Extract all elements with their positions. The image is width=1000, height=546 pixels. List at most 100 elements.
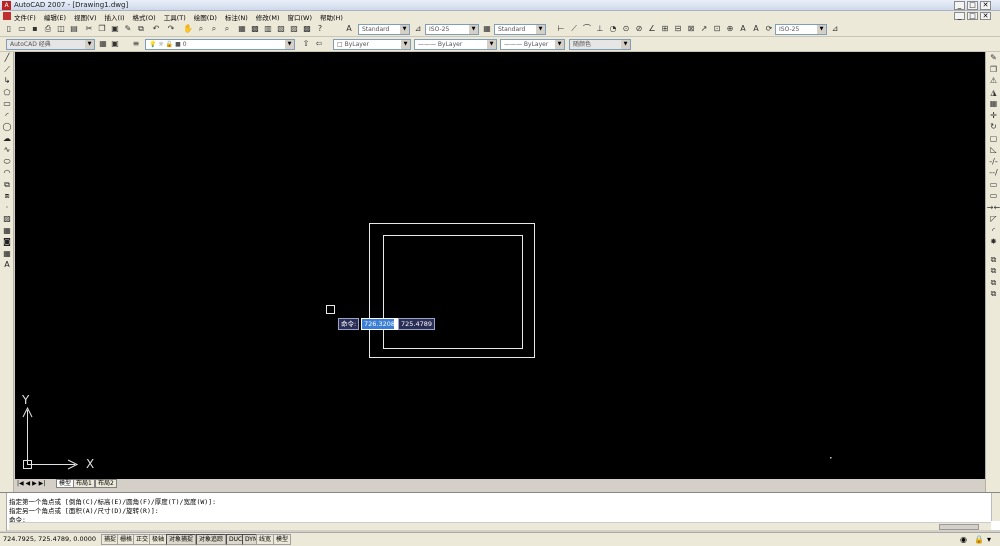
mtext-icon[interactable]: A: [0, 259, 14, 271]
tab-model[interactable]: 模型: [56, 479, 75, 488]
command-vertical-scrollbar[interactable]: [991, 493, 1000, 521]
menu-file[interactable]: 文件(F): [14, 12, 36, 22]
polyline-icon[interactable]: ↳: [0, 75, 14, 87]
autocad-app-icon[interactable]: A: [2, 1, 11, 10]
quick-dim-icon[interactable]: ⊞: [660, 24, 670, 34]
workspace-settings-icon[interactable]: ▦: [98, 39, 108, 49]
zoom-previous-icon[interactable]: ⌕: [222, 24, 232, 34]
spline-icon[interactable]: ∿: [0, 144, 14, 156]
scrollbar-thumb[interactable]: [939, 524, 979, 530]
dynamic-input-x-field[interactable]: 726.3208: [361, 318, 395, 330]
tolerance-icon[interactable]: ⊡: [712, 24, 722, 34]
lineweight-toggle[interactable]: 线宽: [256, 534, 275, 545]
table-icon[interactable]: ▦: [0, 248, 14, 260]
scale-icon[interactable]: ▢: [986, 133, 1000, 145]
construction-line-icon[interactable]: ⟋: [0, 64, 14, 76]
new-icon[interactable]: ▯: [4, 24, 14, 34]
dimtedit-icon[interactable]: A: [751, 24, 761, 34]
move-icon[interactable]: ✛: [986, 110, 1000, 122]
revision-cloud-icon[interactable]: ☁: [0, 133, 14, 145]
publish-icon[interactable]: ▤: [69, 24, 79, 34]
offset-icon[interactable]: ◮: [986, 87, 1000, 99]
status-menu-icon[interactable]: ▾: [987, 535, 991, 544]
block-editor-icon[interactable]: ⧉: [136, 24, 146, 34]
mirror-icon[interactable]: ⚠: [986, 75, 1000, 87]
array-icon[interactable]: ▦: [986, 98, 1000, 110]
model-paper-toggle[interactable]: 模型: [273, 534, 292, 545]
menu-tools[interactable]: 工具(T): [164, 12, 186, 22]
help-icon[interactable]: ?: [315, 24, 325, 34]
plot-preview-icon[interactable]: ◫: [56, 24, 66, 34]
menu-edit[interactable]: 编辑(E): [44, 12, 66, 22]
design-center-icon[interactable]: ▩: [250, 24, 260, 34]
save-icon[interactable]: ▪: [30, 24, 40, 34]
make-object-layer-current-icon[interactable]: ⇧: [301, 39, 311, 49]
join-icon[interactable]: →←: [986, 202, 1000, 214]
cursor-coordinates[interactable]: 724.7925, 725.4789, 0.0000: [3, 535, 96, 543]
dimedit-icon[interactable]: A: [738, 24, 748, 34]
plot-icon[interactable]: ⎙: [43, 24, 53, 34]
properties-icon[interactable]: ▦: [237, 24, 247, 34]
hatch-icon[interactable]: ▨: [0, 213, 14, 225]
copy-clip-icon[interactable]: ❐: [97, 24, 107, 34]
osnap-toggle[interactable]: 对象捕捉: [166, 534, 197, 545]
erase-icon[interactable]: ✎: [986, 52, 1000, 64]
aligned-dim-icon[interactable]: ⟋: [569, 24, 579, 34]
gradient-icon[interactable]: ▦: [0, 225, 14, 237]
lineweight-select[interactable]: ——— ByLayer ▼: [500, 39, 565, 50]
linear-dim-icon[interactable]: ⊢: [556, 24, 566, 34]
dim-update-icon[interactable]: ⟳: [764, 24, 774, 34]
paste-icon[interactable]: ▣: [110, 24, 120, 34]
menu-modify[interactable]: 修改(M): [256, 12, 280, 22]
text-style-select[interactable]: Standard ▼: [358, 24, 410, 35]
break-at-point-icon[interactable]: ▭: [986, 179, 1000, 191]
dynamic-input-y-field[interactable]: 725.4789: [398, 318, 435, 330]
draworder-back-icon[interactable]: ⧉: [986, 265, 1000, 277]
layer-manager-icon[interactable]: ≡: [131, 39, 141, 49]
pan-icon[interactable]: ✋: [183, 24, 193, 34]
point-icon[interactable]: ·: [0, 202, 14, 214]
diameter-dim-icon[interactable]: ⊘: [634, 24, 644, 34]
ellipse-icon[interactable]: ⬭: [0, 156, 14, 168]
layer-select[interactable]: 💡 ☼ 🔓 ■ 0 ▼: [145, 39, 295, 50]
stretch-icon[interactable]: ◺: [986, 144, 1000, 156]
dim-style-control-select[interactable]: ISO-25 ▼: [775, 24, 827, 35]
table-style-select[interactable]: Standard ▼: [494, 24, 546, 35]
polygon-icon[interactable]: ⬠: [0, 87, 14, 99]
circle-icon[interactable]: ◯: [0, 121, 14, 133]
menu-view[interactable]: 视图(V): [74, 12, 97, 22]
chamfer-icon[interactable]: ◸: [986, 213, 1000, 225]
command-horizontal-scrollbar[interactable]: [9, 522, 991, 530]
draworder-front-icon[interactable]: ⧉: [986, 254, 1000, 266]
fillet-icon[interactable]: ◜: [986, 225, 1000, 237]
tab-layout1[interactable]: 布局1: [73, 479, 95, 488]
markup-icon[interactable]: ▨: [289, 24, 299, 34]
arc-icon[interactable]: ◜: [0, 110, 14, 122]
redo-icon[interactable]: ↷: [166, 24, 176, 34]
region-icon[interactable]: ◙: [0, 236, 14, 248]
tab-layout2[interactable]: 布局2: [95, 479, 117, 488]
restore-button[interactable]: □: [967, 1, 978, 10]
close-button[interactable]: ✕: [980, 1, 991, 10]
menu-window[interactable]: 窗口(W): [287, 12, 312, 22]
plotstyle-select[interactable]: 随颜色 ▼: [569, 39, 631, 50]
layer-previous-icon[interactable]: ⇦: [314, 39, 324, 49]
text-style-icon[interactable]: A: [344, 24, 354, 34]
insert-block-icon[interactable]: ⧉: [0, 179, 14, 191]
linetype-select[interactable]: ——— ByLayer ▼: [414, 39, 497, 50]
radius-dim-icon[interactable]: ◔: [608, 24, 618, 34]
zoom-realtime-icon[interactable]: ⌕: [196, 24, 206, 34]
quickcalc-icon[interactable]: ▩: [302, 24, 312, 34]
open-icon[interactable]: ▭: [17, 24, 27, 34]
menu-draw[interactable]: 绘图(D): [194, 12, 217, 22]
rotate-icon[interactable]: ↻: [986, 121, 1000, 133]
workspace-save-icon[interactable]: ▣: [110, 39, 120, 49]
color-select[interactable]: □ ByLayer ▼: [333, 39, 411, 50]
outer-rectangle[interactable]: [369, 223, 535, 358]
match-properties-icon[interactable]: ✎: [123, 24, 133, 34]
menu-help[interactable]: 帮助(H): [320, 12, 343, 22]
ordinate-dim-icon[interactable]: ⊥: [595, 24, 605, 34]
zoom-window-icon[interactable]: ⌕: [209, 24, 219, 34]
menu-dimension[interactable]: 标注(N): [225, 12, 248, 22]
undo-icon[interactable]: ↶: [151, 24, 161, 34]
